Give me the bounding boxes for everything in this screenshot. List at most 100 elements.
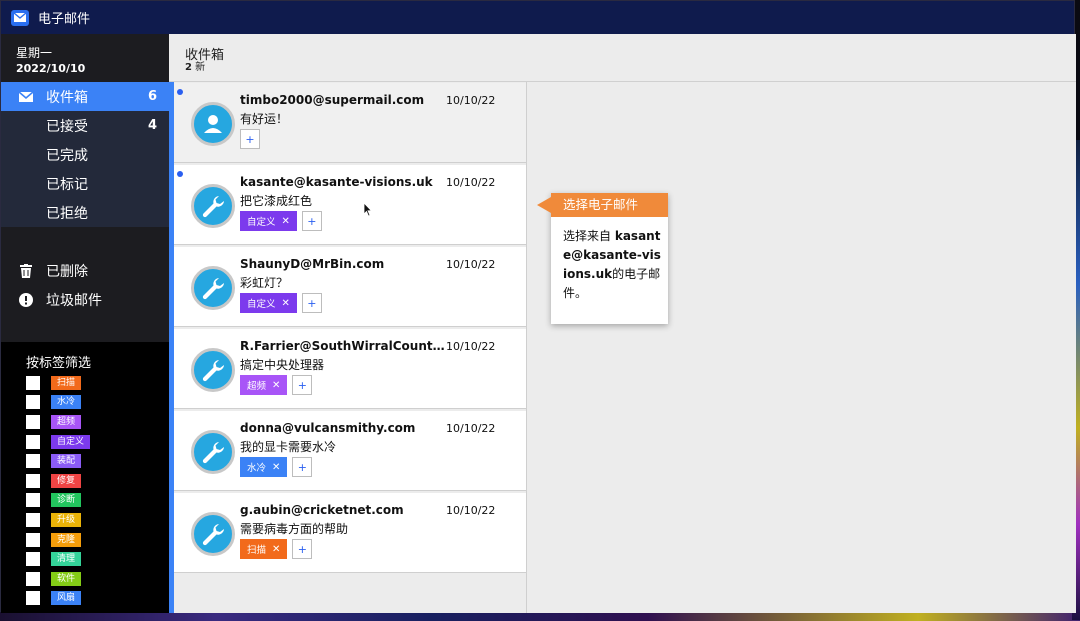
- trash-icon: [20, 264, 32, 278]
- tooltip-title: 选择电子邮件: [551, 193, 668, 217]
- tag-chip: 软件: [51, 571, 82, 586]
- sidebar-item-label: 已接受: [46, 118, 88, 135]
- tag-checkbox[interactable]: [26, 395, 40, 410]
- sidebar-item-deleted[interactable]: 已删除: [1, 256, 169, 285]
- wrench-icon: [191, 512, 235, 556]
- new-count-label: 新: [195, 62, 206, 73]
- mail-tag-label: 自定义: [247, 217, 276, 228]
- mail-date: 10/10/22: [446, 340, 496, 353]
- mail-date: 10/10/22: [446, 176, 496, 189]
- tag-checkbox[interactable]: [26, 454, 40, 469]
- accepted-count: 4: [147, 118, 157, 133]
- tooltip-prefix: 选择来自: [563, 229, 612, 243]
- tag-chip: 风扇: [51, 591, 82, 606]
- tag-checkbox[interactable]: [26, 512, 40, 527]
- tag-chip: 克隆: [51, 532, 82, 547]
- mail-subject: 把它漆成红色: [240, 194, 313, 208]
- remove-tag-icon[interactable]: ✕: [272, 380, 280, 391]
- tag-checkbox[interactable]: [26, 552, 40, 567]
- mail-date: 10/10/22: [446, 258, 496, 271]
- mail-list-item[interactable]: g.aubin@cricketnet.com 10/10/22 需要病毒方面的帮助扫…: [174, 493, 526, 573]
- mail-tags: 扫描 ✕ +: [240, 539, 313, 559]
- sidebar-item-label: 收件箱: [46, 89, 88, 106]
- remove-tag-icon[interactable]: ✕: [282, 298, 290, 309]
- tag-chip: 水冷: [51, 395, 82, 410]
- mail-list-item[interactable]: donna@vulcansmithy.com 10/10/22 我的显卡需要水冷 水冷…: [174, 411, 526, 491]
- weekday: 星期一: [16, 46, 53, 60]
- tag-chip: 超频: [51, 414, 82, 429]
- tag-checkbox[interactable]: [26, 375, 40, 390]
- add-tag-button[interactable]: +: [240, 129, 260, 149]
- remove-tag-icon[interactable]: ✕: [272, 544, 280, 555]
- mail-list-item[interactable]: timbo2000@supermail.com 10/10/22 有好运！ +: [174, 83, 526, 163]
- mail-sender: timbo2000@supermail.com: [240, 93, 425, 107]
- mail-tag: 自定义 ✕: [240, 211, 297, 231]
- add-tag-button[interactable]: +: [292, 457, 313, 477]
- mail-list-item[interactable]: kasante@kasante-visions.uk 10/10/22 把它漆成红色…: [174, 165, 526, 245]
- tag-checkbox[interactable]: [26, 591, 40, 606]
- tag-chip: 升级: [51, 512, 82, 527]
- mail-tag-label: 自定义: [247, 299, 276, 310]
- sidebar-item-accepted[interactable]: 已接受 4: [1, 111, 169, 140]
- tag-filter: 按标签筛选 扫描 水冷 超频 自定义 装配 修复 诊断 升级 克隆 清理 软件 风扇: [1, 342, 169, 613]
- wrench-icon: [191, 430, 235, 474]
- sidebar-item-flagged[interactable]: 已标记: [1, 169, 169, 198]
- add-tag-button[interactable]: +: [292, 375, 313, 395]
- tag-filter-row: 诊断: [26, 491, 82, 511]
- add-tag-button[interactable]: +: [301, 211, 322, 231]
- mail-tags: 自定义 ✕ +: [240, 293, 322, 313]
- tag-checkbox[interactable]: [26, 414, 40, 429]
- tag-filter-row: 风扇: [26, 589, 82, 609]
- add-tag-button[interactable]: +: [301, 293, 322, 313]
- mail-tags: +: [240, 129, 260, 149]
- mail-window: 电子邮件 星期一 2022/10/10 收件箱 6 已接受 4 已完成 已标记 …: [0, 0, 1076, 613]
- mail-list-item[interactable]: ShaunyD@MrBin.com 10/10/22 彩虹灯？ 自定义 ✕ +: [174, 247, 526, 327]
- filter-title: 按标签筛选: [26, 356, 92, 371]
- tag-filter-row: 克隆: [26, 530, 82, 550]
- user-icon: [191, 102, 235, 146]
- wrench-icon: [191, 184, 235, 228]
- tag-chip: 修复: [51, 473, 82, 488]
- sidebar-item-label: 已删除: [46, 263, 88, 280]
- sidebar-item-label: 垃圾邮件: [46, 292, 102, 309]
- tag-checkbox[interactable]: [26, 532, 40, 547]
- mouse-cursor-icon: [363, 202, 373, 217]
- mail-list-item[interactable]: R.Farrier@SouthWirralCountr… 10/10/22 搞定中央…: [174, 329, 526, 409]
- sidebar-item-rejected[interactable]: 已拒绝: [1, 198, 169, 227]
- remove-tag-icon[interactable]: ✕: [272, 462, 280, 473]
- new-count: 2 新: [185, 58, 205, 73]
- mail-sender: ShaunyD@MrBin.com: [240, 257, 385, 271]
- preview-header: [527, 34, 1076, 82]
- add-tag-button[interactable]: +: [292, 539, 313, 559]
- tag-checkbox[interactable]: [26, 493, 40, 508]
- mail-subject: 有好运！: [240, 112, 289, 126]
- mail-sender: g.aubin@cricketnet.com: [240, 503, 404, 517]
- mail-icon: [11, 9, 29, 26]
- mail-sender: donna@vulcansmithy.com: [240, 421, 416, 435]
- tag-filter-row: 自定义: [26, 432, 91, 452]
- sidebar-item-label: 已标记: [46, 176, 88, 193]
- tag-filter-row: 超频: [26, 412, 82, 432]
- mail-tag-label: 扫描: [247, 545, 267, 556]
- mail-date: 10/10/22: [446, 504, 496, 517]
- new-count-number: 2: [185, 62, 192, 73]
- sidebar-item-spam[interactable]: 垃圾邮件: [1, 285, 169, 314]
- tag-checkbox[interactable]: [26, 571, 40, 586]
- mail-date: 10/10/22: [446, 422, 496, 435]
- mail-sender: kasante@kasante-visions.uk: [240, 175, 433, 189]
- tag-filter-row: 修复: [26, 471, 82, 491]
- tag-filter-row: 扫描: [26, 373, 82, 393]
- unread-indicator: [177, 171, 183, 177]
- tag-checkbox[interactable]: [26, 473, 40, 488]
- folder-nav: 收件箱 6 已接受 4 已完成 已标记 已拒绝: [1, 82, 169, 227]
- tag-checkbox[interactable]: [26, 434, 40, 449]
- tag-filter-row: 升级: [26, 510, 82, 530]
- onboarding-tooltip: 选择电子邮件 选择来自 kasante@kasante-visions.uk的电…: [537, 193, 668, 324]
- alert-icon: [19, 293, 33, 307]
- sidebar-item-completed[interactable]: 已完成: [1, 140, 169, 169]
- remove-tag-icon[interactable]: ✕: [282, 216, 290, 227]
- tooltip-body: 选择来自 kasante@kasante-visions.uk的电子邮件。: [563, 227, 661, 303]
- current-date: 2022/10/10: [16, 62, 86, 75]
- mail-tag: 水冷 ✕: [240, 457, 288, 477]
- sidebar-item-inbox[interactable]: 收件箱 6: [1, 82, 169, 111]
